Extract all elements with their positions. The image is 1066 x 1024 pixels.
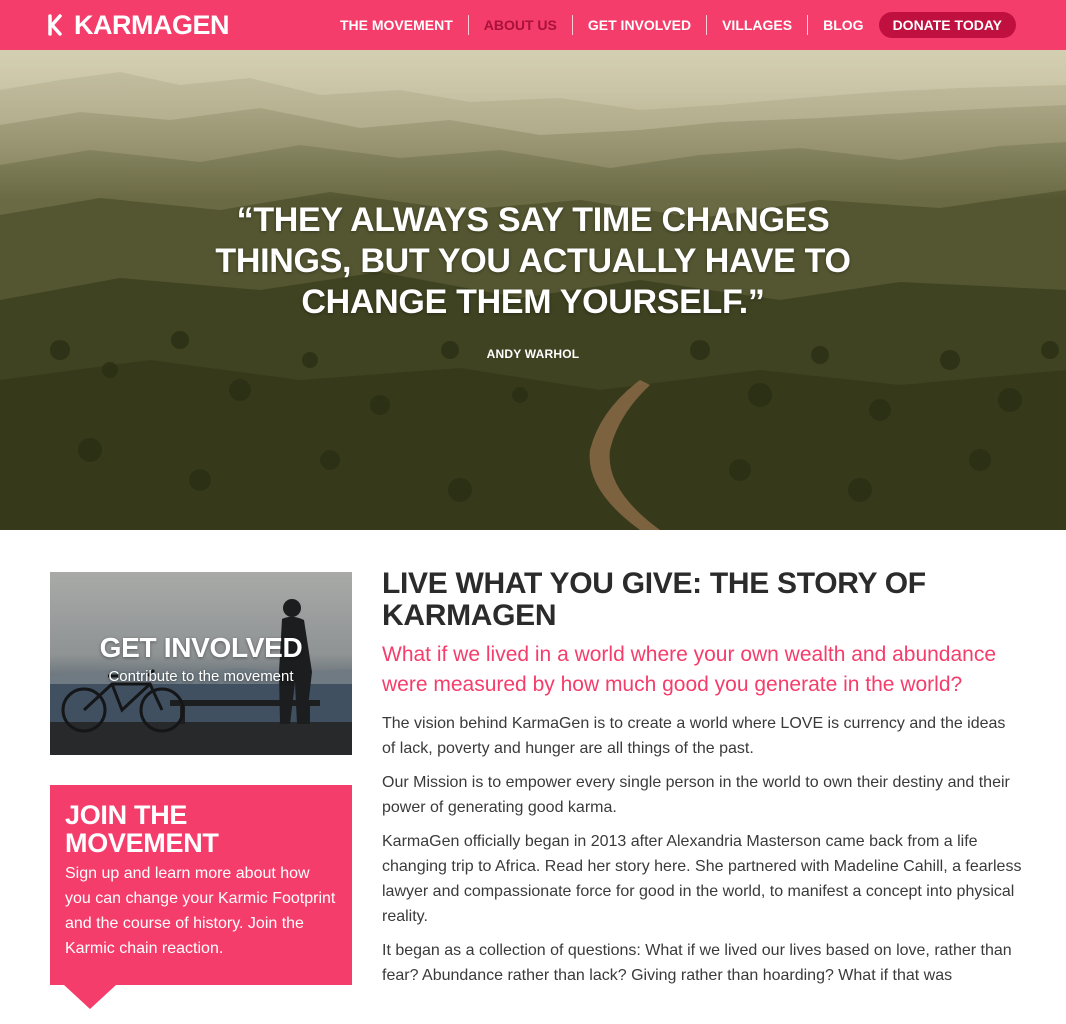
nav-item-villages[interactable]: VILLAGES xyxy=(707,15,809,35)
karmagen-logo-icon xyxy=(48,14,62,36)
lead-paragraph: What if we lived in a world where your o… xyxy=(382,643,997,696)
get-involved-subtitle: Contribute to the movement xyxy=(108,668,294,685)
site-header: KARMAGEN THE MOVEMENT ABOUT US GET INVOL… xyxy=(0,0,1066,50)
join-movement-text: Sign up and learn more about how you can… xyxy=(65,865,336,957)
get-involved-title: GET INVOLVED xyxy=(99,632,303,663)
site-logo[interactable]: KARMAGEN xyxy=(48,9,230,41)
join-movement-card[interactable]: JOIN THE MOVEMENT Sign up and learn more… xyxy=(50,785,352,1009)
join-movement-title: JOIN THE MOVEMENT xyxy=(65,800,219,858)
body-paragraph-mission: Our Mission is to empower every single p… xyxy=(382,774,1010,816)
nav-item-about-us[interactable]: ABOUT US xyxy=(469,15,573,35)
nav-item-get-involved[interactable]: GET INVOLVED xyxy=(573,15,708,35)
main-content: LIVE WHAT YOU GIVE: THE STORY OF KARMAGE… xyxy=(382,568,1022,988)
body-paragraph-questions: It began as a collection of questions: W… xyxy=(382,942,1012,984)
down-arrow-pointer xyxy=(64,985,116,1009)
get-involved-card[interactable]: GET INVOLVED Contribute to the movement xyxy=(50,572,352,755)
nav-item-the-movement[interactable]: THE MOVEMENT xyxy=(325,15,469,35)
body-paragraph-vision: The vision behind KarmaGen is to create … xyxy=(382,715,1006,757)
page-title: LIVE WHAT YOU GIVE: THE STORY OF KARMAGE… xyxy=(382,567,926,632)
logo-wordmark: KARMAGEN xyxy=(74,9,230,40)
body-paragraph-history: KarmaGen officially began in 2013 after … xyxy=(382,833,1022,925)
hero-quote: “They always say time changes things, bu… xyxy=(215,201,851,321)
hero-quote-author: Andy Warhol xyxy=(486,347,580,361)
nav-item-blog[interactable]: BLOG xyxy=(808,15,878,35)
main-nav: THE MOVEMENT ABOUT US GET INVOLVED VILLA… xyxy=(325,12,1016,38)
donate-button[interactable]: DONATE TODAY xyxy=(878,12,1016,38)
hero-banner: “They always say time changes things, bu… xyxy=(0,50,1066,530)
